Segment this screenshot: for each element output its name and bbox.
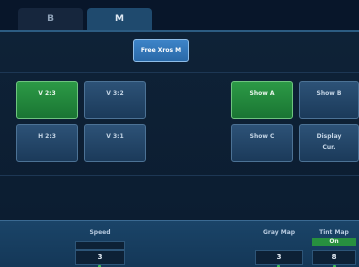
tint-map-value: 8 bbox=[331, 253, 337, 261]
tint-map-label: Tint Map bbox=[319, 229, 349, 236]
parameter-bar: Speed 3 Gray Map 3 Tint Map On 8 bbox=[0, 220, 359, 267]
gray-map-value: 3 bbox=[276, 253, 282, 261]
speed-label: Speed bbox=[89, 229, 111, 236]
tint-map-on-badge[interactable]: On bbox=[312, 238, 356, 246]
mode-tab-bar: B M bbox=[0, 0, 359, 30]
free-xros-m-button[interactable]: Free Xros M bbox=[133, 39, 189, 62]
display-cur-button[interactable]: Display Cur. bbox=[299, 124, 359, 162]
tab-m[interactable]: M bbox=[87, 8, 152, 30]
layout-v31-button[interactable]: V 3:1 bbox=[84, 124, 146, 162]
show-a-button[interactable]: Show A bbox=[231, 81, 293, 119]
panel-divider bbox=[0, 72, 359, 73]
layout-h23-button[interactable]: H 2:3 bbox=[16, 124, 78, 162]
gray-map-label: Gray Map bbox=[262, 229, 296, 236]
show-b-button[interactable]: Show B bbox=[299, 81, 359, 119]
speed-value: 3 bbox=[97, 253, 103, 261]
m-mode-panel: Free Xros M V 2:3 V 3:2 Show A Show B H … bbox=[0, 30, 359, 220]
tab-b[interactable]: B bbox=[18, 8, 83, 30]
show-c-button[interactable]: Show C bbox=[231, 124, 293, 162]
display-cur-label-line1: Display bbox=[316, 133, 342, 140]
layout-v32-button[interactable]: V 3:2 bbox=[84, 81, 146, 119]
screen: B M Free Xros M V 2:3 V 3:2 Show A Show … bbox=[0, 0, 359, 267]
layout-v23-button[interactable]: V 2:3 bbox=[16, 81, 78, 119]
panel-divider-lower bbox=[0, 175, 359, 176]
display-cur-label-line2: Cur. bbox=[322, 144, 336, 151]
speed-slider-track[interactable] bbox=[75, 241, 125, 250]
